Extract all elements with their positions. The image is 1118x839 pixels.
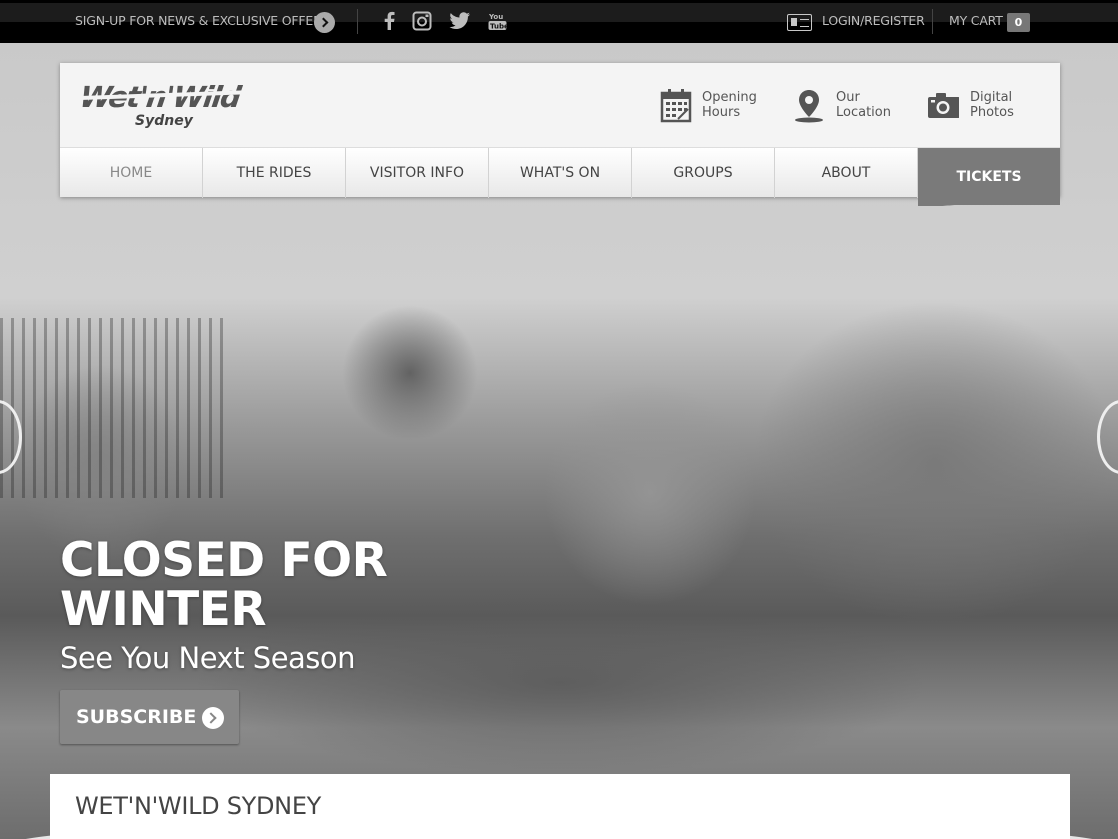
top-utility-bar: SIGN-UP FOR NEWS & EXCLUSIVE OFFERS You T… <box>0 0 1118 43</box>
hero-subline: See You Next Season <box>60 641 356 675</box>
subscribe-button[interactable]: SUBSCRIBE <box>60 690 239 744</box>
tab-whats-on[interactable]: WHAT'S ON <box>489 148 632 198</box>
digital-photos-link[interactable]: Digital Photos <box>927 89 1037 125</box>
opening-hours-link[interactable]: Opening Hours <box>660 89 770 125</box>
content-card: WET'N'WILD SYDNEY <box>50 774 1070 839</box>
calendar-icon <box>660 89 692 123</box>
login-register-link[interactable]: LOGIN/REGISTER <box>822 12 925 30</box>
page: SIGN-UP FOR NEWS & EXCLUSIVE OFFERS You T… <box>0 0 1118 839</box>
youtube-icon[interactable]: You Tube <box>488 11 507 31</box>
divider <box>357 9 358 34</box>
digital-photos-line1: Digital <box>970 90 1013 105</box>
divider <box>932 9 933 34</box>
opening-hours-label: Opening Hours <box>702 90 757 120</box>
tab-tickets[interactable]: TICKETS <box>918 148 1060 206</box>
svg-text:You: You <box>488 13 503 21</box>
digital-photos-line2: Photos <box>970 105 1014 120</box>
our-location-line1: Our <box>836 90 860 105</box>
my-cart-link[interactable]: MY CART <box>949 12 1003 30</box>
our-location-label: Our Location <box>836 90 891 120</box>
main-nav: HOME THE RIDES VISITOR INFO WHAT'S ON GR… <box>60 147 1060 206</box>
hero-headline: CLOSED FOR WINTER <box>60 536 420 634</box>
logo-subtitle: Sydney <box>135 113 193 129</box>
cart-count-badge[interactable]: 0 <box>1007 13 1030 32</box>
fence-decoration <box>0 318 230 498</box>
digital-photos-label: Digital Photos <box>970 90 1014 120</box>
hero-headline-line2: WINTER <box>60 582 267 637</box>
tab-about[interactable]: ABOUT <box>775 148 918 198</box>
site-logo[interactable]: Wet'n'Wild Sydney <box>78 80 260 134</box>
tab-the-rides[interactable]: THE RIDES <box>203 148 346 198</box>
svg-text:Tube: Tube <box>490 23 507 31</box>
twitter-icon[interactable] <box>449 11 471 31</box>
tab-home[interactable]: HOME <box>60 148 203 198</box>
subscribe-label: SUBSCRIBE <box>76 706 197 728</box>
opening-hours-line1: Opening <box>702 90 757 105</box>
our-location-line2: Location <box>836 105 891 120</box>
our-location-link[interactable]: Our Location <box>793 89 903 125</box>
tab-groups[interactable]: GROUPS <box>632 148 775 198</box>
tab-visitor-info[interactable]: VISITOR INFO <box>346 148 489 198</box>
camera-icon <box>927 89 960 123</box>
location-pin-icon <box>793 89 825 123</box>
content-title: WET'N'WILD SYDNEY <box>75 792 322 820</box>
id-card-icon[interactable] <box>787 14 812 31</box>
instagram-icon[interactable] <box>412 11 432 31</box>
hero-headline-line1: CLOSED FOR <box>60 533 388 588</box>
site-header: Wet'n'Wild Sydney OpeningHours OurLocati… <box>60 63 1060 206</box>
chevron-right-icon[interactable] <box>314 12 335 33</box>
signup-link[interactable]: SIGN-UP FOR NEWS & EXCLUSIVE OFFERS <box>75 12 330 30</box>
chevron-right-icon <box>202 707 224 729</box>
opening-hours-line2: Hours <box>702 105 741 120</box>
facebook-icon[interactable] <box>380 11 400 31</box>
